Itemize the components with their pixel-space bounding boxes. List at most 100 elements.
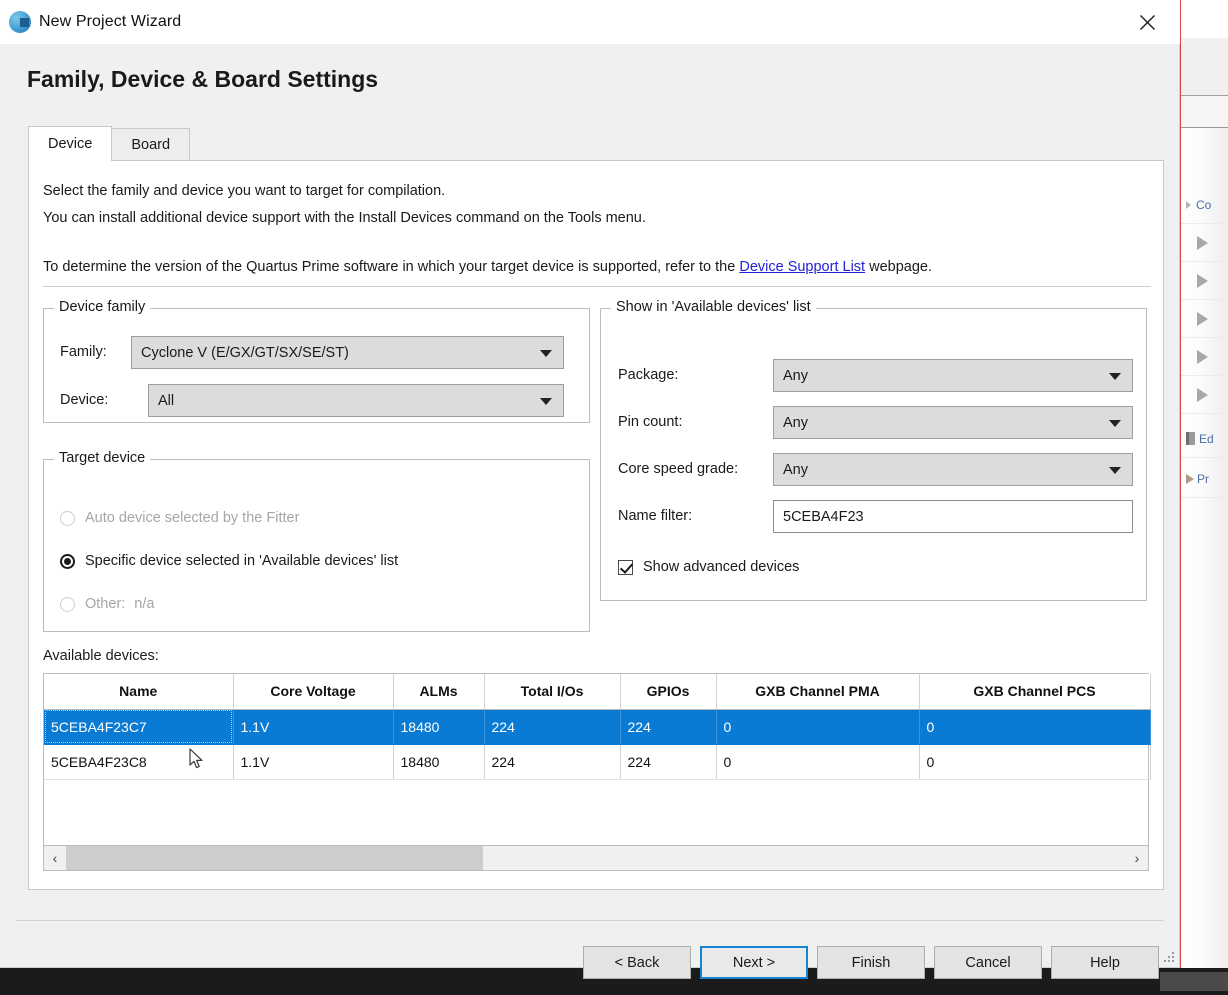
chevron-down-icon [1109,372,1121,380]
radio-other-device[interactable]: Other: n/a [60,596,154,612]
table-row[interactable]: 5CEBA4F23C8 1.1V 18480 224 224 0 0 [44,744,1151,780]
radio-specific-device[interactable]: Specific device selected in 'Available d… [60,553,398,569]
chevron-down-icon [540,349,552,357]
cell-total-ios: 224 [484,744,621,780]
table-header-row: Name Core Voltage ALMs Total I/Os GPIOs … [44,674,1151,710]
family-combobox[interactable]: Cyclone V (E/GX/GT/SX/SE/ST) [131,336,564,369]
radio-other-device-label: Other: [85,596,126,612]
cell-gpios: 224 [620,709,717,745]
tab-label: Board [131,137,171,153]
caret-right-icon [1186,473,1194,484]
device-combobox[interactable]: All [148,384,564,417]
scrollbar-track[interactable] [66,846,1126,870]
finish-button[interactable]: Finish [817,946,925,979]
target-device-legend: Target device [54,450,151,466]
bg-task-row-1[interactable] [1181,224,1228,262]
resize-grip-icon[interactable] [1164,952,1176,964]
bg-task-row-2[interactable] [1181,262,1228,300]
column-header-total-ios[interactable]: Total I/Os [484,674,621,710]
taskbar-item[interactable] [1160,972,1228,991]
cell-gxb-channel-pma: 0 [716,709,920,745]
bg-task-row-program[interactable]: Pr [1181,460,1228,498]
chevron-down-icon [1109,466,1121,474]
available-devices-table[interactable]: Name Core Voltage ALMs Total I/Os GPIOs … [43,673,1151,846]
column-header-gpios[interactable]: GPIOs [620,674,717,710]
description-line-3: To determine the version of the Quartus … [43,259,932,275]
column-header-core-voltage[interactable]: Core Voltage [233,674,394,710]
table-horizontal-scrollbar[interactable]: ‹ › [43,845,1149,871]
scroll-right-icon[interactable]: › [1126,846,1148,870]
dialog-button-bar: < Back Next > Finish Cancel Help [583,946,1159,979]
background-subtoolbar-strip [1181,96,1228,128]
page-title: Family, Device & Board Settings [27,66,379,92]
chevron-down-icon [540,397,552,405]
bg-task-row-3[interactable] [1181,300,1228,338]
tab-device[interactable]: Device [28,126,113,161]
play-triangle-icon [1197,235,1208,250]
table-row[interactable]: 5CEBA4F23C7 1.1V 18480 224 224 0 0 [44,709,1151,745]
package-label: Package: [618,367,679,383]
bg-task-label: Pr [1197,471,1209,486]
core-speed-grade-value: Any [783,461,808,478]
play-triangle-icon [1197,311,1208,326]
radio-auto-device[interactable]: Auto device selected by the Fitter [60,510,299,526]
background-titlebar-strip [1181,0,1228,38]
device-tab-panel: Select the family and device you want to… [28,160,1164,890]
next-button[interactable]: Next > [700,946,808,979]
footer-divider [16,920,1164,921]
cell-gpios: 224 [620,744,717,780]
device-label: Device: [60,392,109,408]
bg-task-row-edit[interactable]: Ed [1181,420,1228,458]
window-title: New Project Wizard [39,13,182,30]
column-header-alms[interactable]: ALMs [393,674,485,710]
radio-auto-device-label: Auto device selected by the Fitter [85,510,300,526]
cell-name: 5CEBA4F23C8 [44,744,234,780]
pin-count-combobox[interactable]: Any [773,406,1133,439]
show-filters-legend: Show in 'Available devices' list [611,299,816,315]
help-button[interactable]: Help [1051,946,1159,979]
device-support-list-link[interactable]: Device Support List [739,259,865,275]
name-filter-input[interactable]: 5CEBA4F23 [773,500,1133,533]
tab-label: Device [48,136,93,152]
cell-gxb-channel-pcs: 0 [919,709,1151,745]
column-header-name[interactable]: Name [44,674,234,710]
show-advanced-devices-checkbox[interactable]: Show advanced devices [618,559,799,575]
column-header-gxb-channel-pcs[interactable]: GXB Channel PCS [919,674,1151,710]
show-in-available-devices-group: Show in 'Available devices' list Package… [600,299,1147,601]
device-family-group: Device family Family: Cyclone V (E/GX/GT… [43,299,590,423]
dialog-titlebar: New Project Wizard [0,0,1180,44]
bg-task-row-4[interactable] [1181,338,1228,376]
cell-core-voltage: 1.1V [233,744,394,780]
package-combobox[interactable]: Any [773,359,1133,392]
play-triangle-icon [1197,387,1208,402]
back-button[interactable]: < Back [583,946,691,979]
new-project-wizard-dialog: New Project Wizard Family, Device & Boar… [0,0,1180,979]
name-filter-label: Name filter: [618,508,693,524]
radio-circle-icon [60,553,75,569]
bg-task-row-compile[interactable]: Co [1181,186,1228,224]
scrollbar-thumb[interactable] [66,846,483,870]
target-device-group: Target device Auto device selected by th… [43,450,590,632]
device-family-legend: Device family [54,299,151,315]
scroll-left-icon[interactable]: ‹ [44,846,66,870]
description-text-after: webpage. [865,259,932,275]
background-toolbar-strip [1181,38,1228,96]
radio-specific-device-label: Specific device selected in 'Available d… [85,553,399,569]
core-speed-grade-combobox[interactable]: Any [773,453,1133,486]
column-header-gxb-channel-pma[interactable]: GXB Channel PMA [716,674,920,710]
pin-count-value: Any [783,414,808,431]
cancel-button[interactable]: Cancel [934,946,1042,979]
close-icon[interactable] [1130,6,1164,38]
package-value: Any [783,367,808,384]
bg-task-row-5[interactable] [1181,376,1228,414]
show-advanced-devices-label: Show advanced devices [643,559,800,575]
radio-other-device-value: n/a [134,596,155,612]
play-triangle-icon [1197,349,1208,364]
name-filter-value: 5CEBA4F23 [783,508,864,525]
cell-alms: 18480 [393,709,485,745]
tab-board[interactable]: Board [111,128,191,161]
horizontal-divider [43,286,1151,287]
bg-task-label: Co [1196,197,1212,212]
book-icon [1186,432,1195,445]
cell-alms: 18480 [393,744,485,780]
